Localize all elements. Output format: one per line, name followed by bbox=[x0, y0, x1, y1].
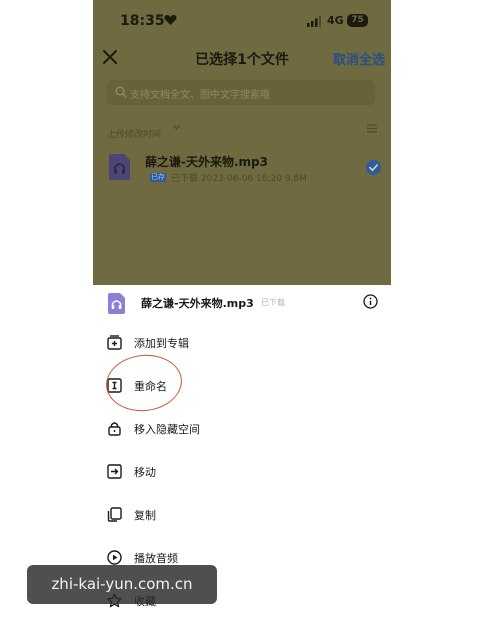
sheet-header: 薛之谦-天外来物.mp3 已下载 bbox=[93, 285, 391, 321]
audio-file-icon bbox=[108, 293, 125, 314]
menu-item-copy[interactable]: 复制 bbox=[93, 498, 391, 532]
lock-icon bbox=[108, 422, 121, 436]
play-icon bbox=[107, 550, 122, 565]
copy-icon bbox=[107, 507, 122, 522]
sort-label[interactable]: 上传修改时间 bbox=[107, 130, 161, 140]
menu-item-move-to-hidden-space[interactable]: 移入隐藏空间 bbox=[93, 412, 391, 446]
screen: 18:35 4G 75 已选择1个文件 取消全选 支持文档全文、图中文字搜索哦 … bbox=[0, 0, 484, 632]
network-label: 4G bbox=[327, 14, 344, 27]
audio-file-icon bbox=[109, 154, 130, 180]
sort-row[interactable]: 上传修改时间 bbox=[107, 122, 379, 140]
deselect-all-button[interactable]: 取消全选 bbox=[333, 49, 385, 68]
checked-icon[interactable] bbox=[366, 160, 381, 175]
battery-icon: 75 bbox=[347, 14, 368, 27]
list-view-icon[interactable] bbox=[367, 124, 377, 133]
sheet-file-status: 已下载 bbox=[261, 298, 285, 307]
signal-icon bbox=[307, 16, 321, 27]
file-tag-badge: 已存 bbox=[150, 173, 166, 182]
watermark: zhi-kai-yun.com.cn bbox=[27, 565, 217, 604]
menu-item-label: 移入隐藏空间 bbox=[134, 423, 200, 436]
status-bar: 18:35 4G 75 bbox=[93, 0, 391, 44]
nav-bar: 已选择1个文件 取消全选 bbox=[93, 44, 391, 76]
search-placeholder: 支持文档全文、图中文字搜索哦 bbox=[130, 90, 270, 101]
search-icon bbox=[115, 86, 127, 98]
menu-item-label: 添加到专辑 bbox=[134, 337, 189, 350]
menu-item-label: 复制 bbox=[134, 509, 156, 522]
add-album-icon bbox=[107, 335, 122, 350]
sheet-file-name: 薛之谦-天外来物.mp3 bbox=[141, 297, 254, 310]
status-time: 18:35 bbox=[120, 13, 165, 29]
menu-item-move[interactable]: 移动 bbox=[93, 455, 391, 489]
move-icon bbox=[107, 464, 122, 479]
file-name: 薛之谦-天外来物.mp3 bbox=[145, 155, 268, 169]
chevron-down-icon bbox=[173, 125, 180, 130]
menu-item-label: 播放音频 bbox=[134, 552, 178, 565]
menu-item-label: 移动 bbox=[134, 466, 156, 479]
watermark-text: zhi-kai-yun.com.cn bbox=[51, 575, 193, 593]
file-meta: 已下载 2023-06-06 16:20 9.8M bbox=[171, 174, 307, 184]
file-list-item[interactable]: 薛之谦-天外来物.mp3 已存 已下载 2023-06-06 16:20 9.8… bbox=[107, 148, 383, 190]
heart-icon bbox=[164, 15, 177, 25]
dimmed-file-list-screen[interactable]: 18:35 4G 75 已选择1个文件 取消全选 支持文档全文、图中文字搜索哦 … bbox=[93, 0, 391, 285]
info-icon[interactable] bbox=[363, 294, 378, 309]
search-input[interactable]: 支持文档全文、图中文字搜索哦 bbox=[107, 80, 375, 105]
